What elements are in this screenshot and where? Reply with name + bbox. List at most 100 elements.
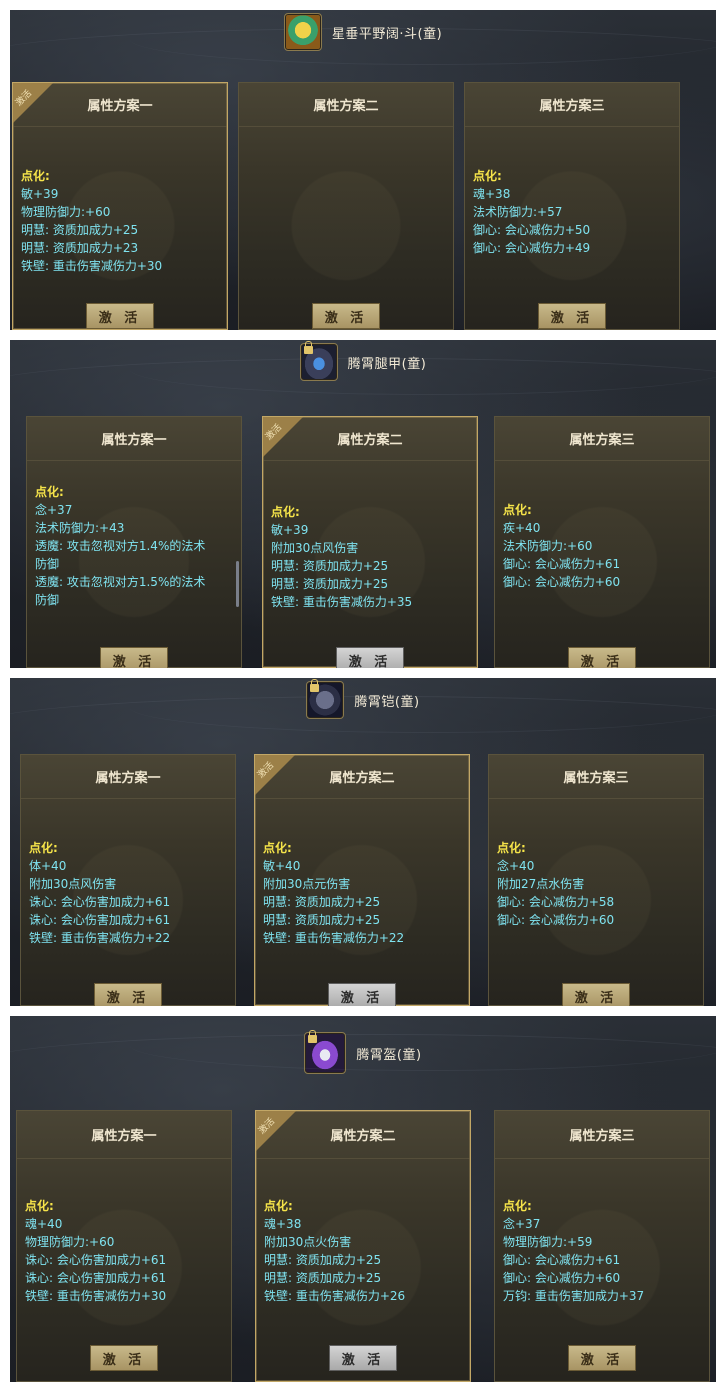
plan-card-3[interactable]: 属性方案三 点化: 念+37 物理防御力:+59 御心: 会心减伤力+61 御心…: [494, 1110, 710, 1382]
activate-button[interactable]: 激 活: [86, 303, 154, 329]
lock-icon: [308, 1030, 318, 1043]
refine-heading: 点化:: [35, 485, 64, 499]
activate-button[interactable]: 激 活: [568, 1345, 636, 1371]
item-name: 腾霄铠(童): [354, 694, 420, 710]
attribute-line: 诛心: 会心伤害加成力+61: [29, 895, 171, 909]
emblem-icon: [283, 13, 322, 51]
item-header: 腾霄铠(童): [10, 678, 716, 722]
plan-card-2[interactable]: 属性方案二 激 活: [238, 82, 454, 330]
attribute-line: 念+40: [497, 859, 535, 873]
attribute-line: 防御: [35, 557, 60, 571]
item-header: 腾霄腿甲(童): [10, 340, 716, 384]
plan-title: 属性方案二: [239, 83, 453, 127]
attribute-list: 点化: 疾+40 法术防御力:+60 御心: 会心减伤力+61 御心: 会心减伤…: [503, 501, 703, 591]
leg-armor-icon: [299, 341, 338, 381]
refine-heading: 点化:: [473, 169, 502, 183]
refine-heading: 点化:: [263, 841, 292, 855]
attribute-line: 铁壁: 重击伤害减伤力+22: [263, 931, 405, 945]
plan-card-3[interactable]: 属性方案三 点化: 念+40 附加27点水伤害 御心: 会心减伤力+58 御心:…: [488, 754, 704, 1006]
item-header: 腾霄盔(童): [10, 1016, 716, 1090]
plan-card-1[interactable]: 激活 属性方案一 点化: 敏+39 物理防御力:+60 明慧: 资质加成力+25…: [12, 82, 228, 330]
attribute-list: 点化: 魂+38 法术防御力:+57 御心: 会心减伤力+50 御心: 会心减伤…: [473, 167, 673, 257]
plan-card-3[interactable]: 属性方案三 点化: 魂+38 法术防御力:+57 御心: 会心减伤力+50 御心…: [464, 82, 680, 330]
attribute-line: 念+37: [503, 1217, 541, 1231]
armor-icon: [306, 679, 345, 719]
attribute-list: 点化: 念+40 附加27点水伤害 御心: 会心减伤力+58 御心: 会心减伤力…: [497, 839, 697, 929]
attribute-line: 物理防御力:+59: [503, 1235, 593, 1249]
scrollbar[interactable]: [236, 561, 239, 607]
activate-button[interactable]: 激 活: [329, 1345, 397, 1371]
attribute-line: 铁壁: 重击伤害减伤力+26: [264, 1289, 406, 1303]
activate-button[interactable]: 激 活: [90, 1345, 158, 1371]
attribute-line: 魂+38: [264, 1217, 302, 1231]
attribute-line: 疾+40: [503, 521, 541, 535]
plan-title: 属性方案三: [465, 83, 679, 127]
attribute-line: 铁壁: 重击伤害减伤力+30: [25, 1289, 167, 1303]
attribute-line: 法术防御力:+60: [503, 539, 593, 553]
activate-button[interactable]: 激 活: [336, 647, 404, 668]
attribute-line: 透魔: 攻击忽视对方1.5%的法术: [35, 575, 206, 589]
attribute-line: 防御: [35, 593, 60, 607]
refine-heading: 点化:: [271, 505, 300, 519]
attribute-line: 敏+39: [271, 523, 309, 537]
plan-card-1[interactable]: 属性方案一 点化: 念+37 法术防御力:+43 透魔: 攻击忽视对方1.4%的…: [26, 416, 242, 668]
attribute-line: 敏+39: [21, 187, 59, 201]
activate-button[interactable]: 激 活: [562, 983, 630, 1006]
plan-title: 属性方案一: [17, 1111, 231, 1159]
refine-heading: 点化:: [264, 1199, 293, 1213]
attribute-line: 御心: 会心减伤力+61: [503, 1253, 621, 1267]
attribute-line: 明慧: 资质加成力+25: [21, 223, 139, 237]
plan-card-2[interactable]: 激活 属性方案二 点化: 敏+39 附加30点风伤害 明慧: 资质加成力+25 …: [262, 416, 478, 668]
attribute-line: 明慧: 资质加成力+23: [21, 241, 139, 255]
lock-icon: [310, 679, 320, 692]
attribute-line: 附加30点火伤害: [264, 1235, 352, 1249]
plan-title: 属性方案一: [13, 83, 227, 127]
attribute-line: 法术防御力:+43: [35, 521, 125, 535]
refine-heading: 点化:: [29, 841, 58, 855]
attribute-line: 附加27点水伤害: [497, 877, 585, 891]
activate-button[interactable]: 激 活: [538, 303, 606, 329]
plan-card-1[interactable]: 属性方案一 点化: 体+40 附加30点风伤害 诛心: 会心伤害加成力+61 诛…: [20, 754, 236, 1006]
attribute-list: 点化: 敏+40 附加30点元伤害 明慧: 资质加成力+25 明慧: 资质加成力…: [263, 839, 463, 947]
item-name: 腾霄盔(童): [356, 1047, 422, 1063]
attribute-list: 点化: 念+37 物理防御力:+59 御心: 会心减伤力+61 御心: 会心减伤…: [503, 1197, 703, 1305]
plan-card-3[interactable]: 属性方案三 点化: 疾+40 法术防御力:+60 御心: 会心减伤力+61 御心…: [494, 416, 710, 668]
attribute-list: 点化: 魂+38 附加30点火伤害 明慧: 资质加成力+25 明慧: 资质加成力…: [264, 1197, 464, 1305]
refine-heading: 点化:: [503, 503, 532, 517]
plan-card-2[interactable]: 激活 属性方案二 点化: 敏+40 附加30点元伤害 明慧: 资质加成力+25 …: [254, 754, 470, 1006]
attribute-line: 附加30点风伤害: [29, 877, 117, 891]
plan-card-2[interactable]: 激活 属性方案二 点化: 魂+38 附加30点火伤害 明慧: 资质加成力+25 …: [255, 1110, 471, 1382]
attribute-line: 敏+40: [263, 859, 301, 873]
attribute-line: 附加30点风伤害: [271, 541, 359, 555]
attribute-line: 御心: 会心减伤力+60: [503, 1271, 621, 1285]
plan-title: 属性方案一: [27, 417, 241, 461]
equipment-panel-3: 腾霄铠(童) 属性方案一 点化: 体+40 附加30点风伤害 诛心: 会心伤害加…: [10, 678, 716, 1006]
activate-button[interactable]: 激 活: [328, 983, 396, 1006]
attribute-line: 御心: 会心减伤力+58: [497, 895, 615, 909]
attribute-line: 明慧: 资质加成力+25: [271, 577, 389, 591]
attribute-line: 铁壁: 重击伤害减伤力+30: [21, 259, 163, 273]
refine-heading: 点化:: [21, 169, 50, 183]
plan-title: 属性方案二: [255, 755, 469, 799]
attribute-list: 点化: 敏+39 物理防御力:+60 明慧: 资质加成力+25 明慧: 资质加成…: [21, 167, 221, 275]
item-name: 腾霄腿甲(童): [347, 356, 427, 372]
equipment-panel-4: 腾霄盔(童) 属性方案一 点化: 魂+40 物理防御力:+60 诛心: 会心伤害…: [10, 1016, 716, 1382]
attribute-line: 诛心: 会心伤害加成力+61: [29, 913, 171, 927]
plan-card-1[interactable]: 属性方案一 点化: 魂+40 物理防御力:+60 诛心: 会心伤害加成力+61 …: [16, 1110, 232, 1382]
refine-heading: 点化:: [497, 841, 526, 855]
attribute-line: 诛心: 会心伤害加成力+61: [25, 1271, 167, 1285]
activate-button[interactable]: 激 活: [100, 647, 168, 668]
equipment-panel-1: 星垂平野阔·斗(童) 激活 属性方案一 点化: 敏+39 物理防御力:+60 明…: [10, 10, 716, 330]
activate-button[interactable]: 激 活: [568, 647, 636, 668]
attribute-line: 透魔: 攻击忽视对方1.4%的法术: [35, 539, 206, 553]
attribute-line: 附加30点元伤害: [263, 877, 351, 891]
activate-button[interactable]: 激 活: [94, 983, 162, 1006]
attribute-line: 铁壁: 重击伤害减伤力+22: [29, 931, 171, 945]
lock-icon: [303, 341, 313, 354]
attribute-list: 点化: 敏+39 附加30点风伤害 明慧: 资质加成力+25 明慧: 资质加成力…: [271, 503, 471, 611]
plan-title: 属性方案二: [263, 417, 477, 461]
plan-title: 属性方案一: [21, 755, 235, 799]
refine-heading: 点化:: [25, 1199, 54, 1213]
activate-button[interactable]: 激 活: [312, 303, 380, 329]
plan-title: 属性方案三: [495, 417, 709, 461]
